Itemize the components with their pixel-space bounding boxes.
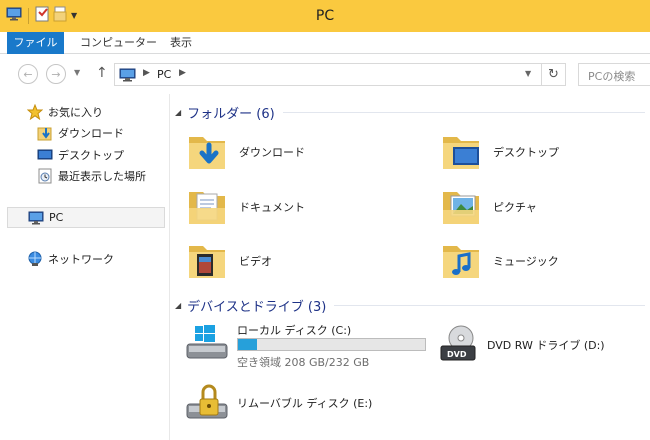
drive-d[interactable]: DVD DVD RW ドライブ (D:)	[439, 322, 649, 368]
content-pane: ◢ フォルダー (6) ダウンロード デスクトップ ドキュメント ピクチャ ビデ…	[171, 94, 650, 440]
nav-item-desktop[interactable]: デスクトップ	[37, 145, 124, 165]
folder-documents[interactable]: ドキュメント	[185, 182, 305, 232]
folders-group-header[interactable]: ◢ フォルダー (6)	[175, 102, 645, 122]
folder-downloads[interactable]: ダウンロード	[185, 127, 305, 177]
drive-e[interactable]: リムーバブル ディスク (E:)	[185, 380, 445, 426]
tab-computer[interactable]: コンピューター	[70, 32, 167, 54]
back-arrow-icon: ←	[23, 67, 33, 81]
drive-label: DVD RW ドライブ (D:)	[487, 339, 605, 352]
music-folder-icon	[439, 238, 483, 285]
nav-item-this-pc[interactable]: PC	[7, 207, 165, 228]
breadcrumb-pc[interactable]: PC	[157, 68, 171, 81]
back-button[interactable]: ←	[18, 64, 38, 84]
computer-icon	[28, 210, 44, 226]
tab-file[interactable]: ファイル	[7, 32, 64, 54]
nav-favorites-label: お気に入り	[48, 106, 103, 119]
svg-text:DVD: DVD	[447, 350, 467, 359]
removable-disk-icon	[185, 380, 229, 427]
nav-item-network[interactable]: ネットワーク	[27, 249, 114, 269]
folder-label: ドキュメント	[239, 201, 305, 214]
drive-usage-fill	[238, 339, 257, 350]
folder-label: ピクチャ	[493, 201, 537, 214]
forward-button[interactable]: →	[46, 64, 66, 84]
address-history-dropdown[interactable]: ▼	[525, 69, 531, 78]
search-input[interactable]: PCの検索	[578, 63, 650, 86]
up-arrow-icon: ↑	[96, 65, 108, 81]
documents-folder-icon	[185, 184, 229, 231]
forward-arrow-icon: →	[51, 67, 61, 81]
nav-item-label: ネットワーク	[48, 253, 114, 266]
navigation-bar: ← → ▼ ↑ ▶ PC ▶ ▼ ↻ PCの検索	[0, 54, 650, 94]
folder-label: ミュージック	[493, 255, 559, 268]
star-icon	[27, 104, 43, 120]
videos-folder-icon	[185, 238, 229, 285]
computer-icon	[119, 68, 137, 85]
up-button[interactable]: ↑	[96, 65, 108, 81]
ribbon-tabs: ファイル コンピューター 表示	[0, 32, 650, 54]
refresh-button[interactable]: ↻	[542, 63, 566, 86]
downloads-folder-icon	[37, 125, 53, 141]
drive-label: リムーバブル ディスク (E:)	[237, 397, 373, 410]
desktop-icon	[37, 147, 53, 163]
network-icon	[27, 251, 43, 267]
nav-item-recent-places[interactable]: 最近表示した場所	[37, 166, 146, 186]
dvd-drive-icon: DVD	[439, 324, 479, 367]
navigation-pane: お気に入り ダウンロード デスクトップ 最近表示した場所 PC ネットワーク	[0, 94, 170, 440]
refresh-icon: ↻	[548, 67, 559, 82]
window-title: PC	[315, 8, 335, 24]
folder-label: ダウンロード	[239, 146, 305, 159]
title-bar: ▼ PC	[0, 0, 650, 32]
local-disk-icon	[185, 324, 229, 367]
collapse-arrow-icon: ◢	[175, 107, 182, 117]
folder-desktop[interactable]: デスクトップ	[439, 127, 559, 177]
address-bar[interactable]: ▶ PC ▶ ▼	[114, 63, 542, 86]
folder-videos[interactable]: ビデオ	[185, 236, 272, 286]
folder-music[interactable]: ミュージック	[439, 236, 559, 286]
folder-label: ビデオ	[239, 255, 272, 268]
group-divider	[334, 304, 645, 306]
downloads-folder-icon	[185, 129, 229, 176]
recent-places-icon	[37, 168, 53, 184]
chevron-right-icon[interactable]: ▶	[179, 68, 186, 78]
chevron-right-icon[interactable]: ▶	[143, 68, 150, 78]
nav-item-label: ダウンロード	[58, 127, 124, 140]
folder-pictures[interactable]: ピクチャ	[439, 182, 537, 232]
search-placeholder: PCの検索	[588, 70, 636, 83]
drive-label: ローカル ディスク (C:)	[237, 324, 352, 337]
nav-item-downloads[interactable]: ダウンロード	[37, 123, 124, 143]
group-divider	[282, 111, 645, 113]
nav-favorites[interactable]: お気に入り	[27, 102, 103, 122]
folder-label: デスクトップ	[493, 146, 559, 159]
nav-item-label: デスクトップ	[58, 149, 124, 162]
nav-item-label: 最近表示した場所	[58, 170, 146, 183]
drive-free-space: 空き領域 208 GB/232 GB	[237, 356, 370, 369]
desktop-folder-icon	[439, 129, 483, 176]
pictures-folder-icon	[439, 184, 483, 231]
devices-group-title: デバイスとドライブ (3)	[187, 299, 327, 315]
devices-group-header[interactable]: ◢ デバイスとドライブ (3)	[175, 295, 645, 315]
tab-view[interactable]: 表示	[160, 32, 202, 54]
collapse-arrow-icon: ◢	[175, 300, 182, 310]
nav-item-label: PC	[49, 211, 64, 224]
folders-group-title: フォルダー (6)	[187, 106, 275, 122]
recent-locations-dropdown[interactable]: ▼	[74, 68, 80, 77]
drive-usage-bar	[237, 338, 426, 351]
drive-c[interactable]: ローカル ディスク (C:) 空き領域 208 GB/232 GB	[185, 320, 445, 370]
